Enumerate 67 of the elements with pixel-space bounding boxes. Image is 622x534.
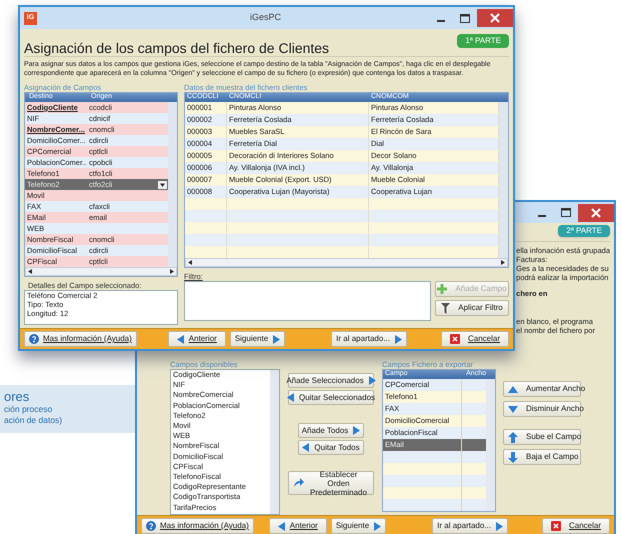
right-triangle-icon xyxy=(368,376,376,385)
next-button[interactable]: Siguiente xyxy=(330,518,386,534)
right-arrow-icon xyxy=(501,260,505,265)
close-icon xyxy=(591,208,601,218)
right-triangle-icon xyxy=(352,426,360,435)
close-icon xyxy=(490,13,500,23)
move-button[interactable]: Quitar Seleccionados xyxy=(288,390,374,405)
up-triangle-icon xyxy=(508,386,518,392)
right-triangle-icon xyxy=(373,522,382,530)
goto-section-button[interactable]: Ir al apartado... xyxy=(331,331,407,347)
right-arrow-icon xyxy=(170,269,174,274)
cancel-button[interactable]: Cancelar xyxy=(440,331,509,347)
horizontal-scrollbar[interactable] xyxy=(185,258,508,267)
close-icon xyxy=(450,334,460,344)
move-button[interactable]: Establecer Orden Predeterminado xyxy=(288,471,374,495)
right-triangle-icon xyxy=(272,334,280,344)
up-arrow-icon xyxy=(508,432,518,442)
vertical-scrollbar[interactable] xyxy=(270,370,279,514)
part-badge: 2ª PARTE xyxy=(558,225,610,237)
previous-button[interactable]: Anterior xyxy=(268,518,327,534)
down-arrow-icon xyxy=(508,452,518,462)
left-triangle-icon xyxy=(176,334,185,344)
close-button[interactable] xyxy=(477,9,513,27)
vertical-scrollbar[interactable] xyxy=(168,102,177,267)
minimize-icon xyxy=(538,214,546,216)
left-triangle-icon xyxy=(278,522,286,530)
window-title: iGesPC xyxy=(250,11,282,24)
close-button[interactable] xyxy=(578,204,614,222)
filter-field[interactable] xyxy=(184,281,431,321)
caption-title: ores xyxy=(4,389,30,404)
move-button[interactable]: Añade Todos xyxy=(298,423,364,438)
left-triangle-icon xyxy=(302,443,310,452)
goto-section-button[interactable]: Ir al apartado... xyxy=(432,518,508,534)
vertical-scrollbar[interactable] xyxy=(486,379,495,511)
previous-button[interactable]: Anterior xyxy=(168,331,226,347)
curved-arrow-icon xyxy=(293,478,304,488)
field-button[interactable]: Baja el Campo xyxy=(503,449,581,465)
left-triangle-icon xyxy=(286,393,295,402)
move-button[interactable]: Añade Seleccionados xyxy=(288,373,374,388)
right-triangle-icon xyxy=(494,522,503,530)
help-button[interactable]: Mas información (Ayuda) xyxy=(24,331,137,347)
down-triangle-icon xyxy=(508,406,518,412)
vertical-scrollbar[interactable] xyxy=(499,102,508,258)
part-badge: 1ª PARTE xyxy=(457,34,509,48)
right-triangle-icon xyxy=(394,334,402,344)
next-button[interactable]: Siguiente xyxy=(230,331,286,347)
field-button[interactable]: Disminuir Ancho xyxy=(503,401,581,417)
caption-text: ación de datos) xyxy=(4,415,64,426)
left-arrow-icon xyxy=(28,269,32,274)
funnel-icon xyxy=(441,302,450,314)
close-icon xyxy=(550,521,561,531)
caption-text: ción proceso xyxy=(4,404,54,415)
maximize-icon xyxy=(561,208,571,217)
minimize-icon xyxy=(437,20,445,22)
help-button[interactable]: Mas información (Ayuda) xyxy=(141,518,254,534)
cancel-button[interactable]: Cancelar xyxy=(542,518,610,534)
page-heading: Asignación de los campos del fichero de Clientes xyxy=(24,39,330,58)
plus-icon xyxy=(437,284,448,294)
help-icon xyxy=(146,521,156,531)
field-button[interactable]: Sube el Campo xyxy=(503,429,581,445)
help-icon xyxy=(29,334,39,344)
move-button[interactable]: Quitar Todos xyxy=(298,440,364,455)
dropdown-arrow-icon xyxy=(158,180,167,188)
maximize-icon xyxy=(460,14,470,22)
left-arrow-icon xyxy=(188,260,192,265)
apply-filter-button[interactable]: Aplicar Filtro xyxy=(435,300,509,316)
horizontal-scrollbar[interactable] xyxy=(25,267,177,276)
